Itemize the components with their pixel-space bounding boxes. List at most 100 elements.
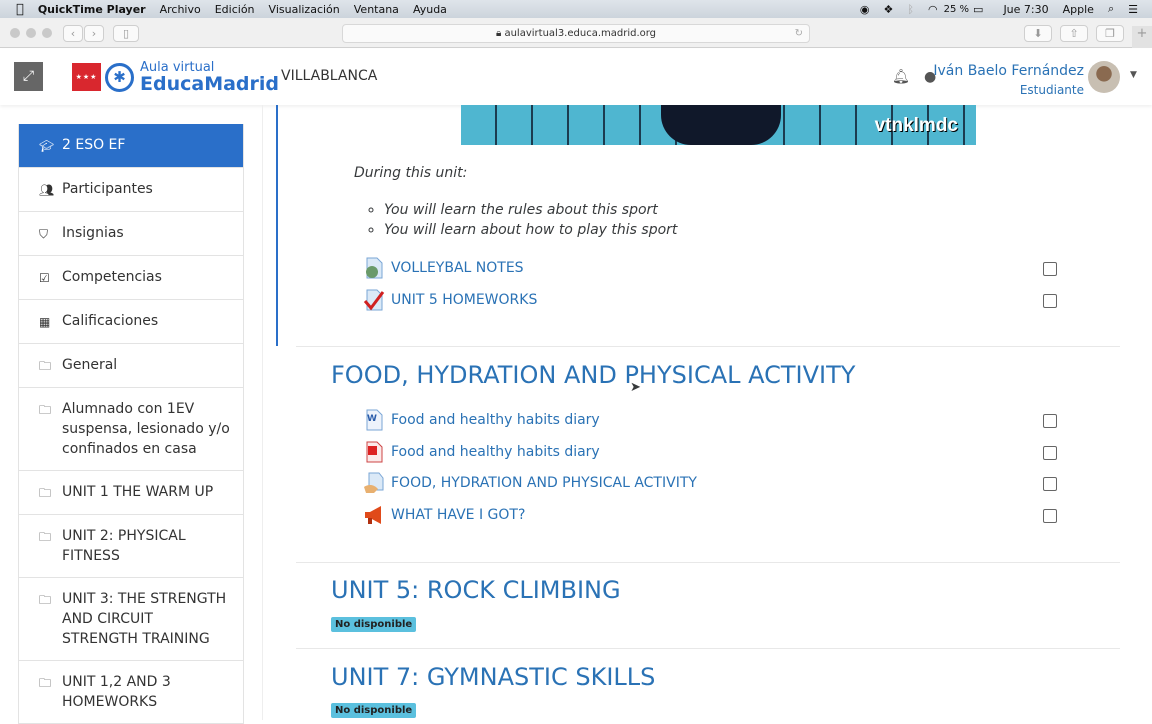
menu-archivo[interactable]: Archivo bbox=[160, 3, 201, 16]
completion-checkbox[interactable] bbox=[1043, 509, 1057, 523]
sidebar-item-label: Participantes bbox=[62, 181, 153, 197]
dropbox-icon[interactable]: ❖ bbox=[884, 3, 894, 16]
completion-checkbox[interactable] bbox=[1043, 294, 1057, 308]
shield-icon: ⛉ bbox=[39, 227, 49, 241]
tabs-icon[interactable]: ❐ bbox=[1096, 25, 1124, 42]
menu-edicion[interactable]: Edición bbox=[215, 3, 255, 16]
activity-link[interactable]: WHAT HAVE I GOT? bbox=[391, 507, 525, 523]
reload-icon[interactable]: ↻ bbox=[795, 25, 803, 42]
apple-icon[interactable]:  bbox=[16, 2, 24, 17]
section-separator bbox=[296, 648, 1120, 649]
sidebar-item-label: UNIT 1,2 AND 3 HOMEWORKS bbox=[62, 674, 171, 710]
downloads-icon[interactable]: ⬇ bbox=[1024, 25, 1052, 42]
sidebar-item-unit1[interactable]: 🗀 UNIT 1 THE WARM UP bbox=[19, 470, 243, 514]
bluetooth-icon[interactable]: ᛒ bbox=[907, 3, 914, 16]
menu-visualizacion[interactable]: Visualización bbox=[269, 3, 340, 16]
activity-volleyball-notes[interactable]: VOLLEYBAL NOTES bbox=[363, 257, 524, 279]
volleyball-banner-image: vtnklmdc bbox=[461, 105, 976, 145]
unavailable-badge: No disponible bbox=[331, 703, 417, 718]
activity-food-diary-pdf[interactable]: Food and healthy habits diary bbox=[363, 441, 600, 463]
user-name[interactable]: Iván Baelo Fernández bbox=[933, 63, 1084, 79]
unavailable-badge: No disponible bbox=[331, 617, 417, 632]
url-icon bbox=[366, 257, 383, 279]
section-title-food[interactable]: FOOD, HYDRATION AND PHYSICAL ACTIVITY bbox=[331, 361, 855, 389]
forward-button[interactable]: › bbox=[84, 25, 104, 42]
clock[interactable]: Jue 7:30 bbox=[1003, 3, 1048, 16]
activity-link[interactable]: UNIT 5 HOMEWORKS bbox=[391, 292, 537, 308]
minimize-window-button[interactable] bbox=[26, 28, 36, 38]
activity-link[interactable]: Food and healthy habits diary bbox=[391, 444, 600, 460]
sidebar-item-label: Calificaciones bbox=[62, 313, 159, 329]
graduation-cap-icon: 🎓︎ bbox=[39, 139, 55, 153]
madrid-flag-logo: ★★★ bbox=[72, 63, 101, 91]
activity-unit5-homeworks[interactable]: UNIT 5 HOMEWORKS bbox=[363, 289, 537, 311]
sidebar-item-participantes[interactable]: 👥︎ Participantes bbox=[19, 167, 243, 211]
menu-ayuda[interactable]: Ayuda bbox=[413, 3, 447, 16]
goal-item: You will learn about how to play this sp… bbox=[384, 220, 677, 240]
sidebar-item-general[interactable]: 🗀 General bbox=[19, 343, 243, 387]
assignment-icon bbox=[363, 289, 385, 311]
sidebar-item-label: Insignias bbox=[62, 225, 124, 241]
share-icon[interactable]: ⇧ bbox=[1060, 25, 1088, 42]
sidebar-item-insignias[interactable]: ⛉ Insignias bbox=[19, 211, 243, 255]
sidebar-item-label: UNIT 1 THE WARM UP bbox=[62, 484, 214, 500]
user-menu[interactable]: Apple bbox=[1063, 3, 1094, 16]
sidebar-item-unit2[interactable]: 🗀 UNIT 2: PHYSICAL FITNESS bbox=[19, 514, 243, 577]
sidebar-item-alumnado[interactable]: 🗀 Alumnado con 1EV suspensa, lesionado y/… bbox=[19, 387, 243, 470]
activity-what-have-i-got[interactable]: WHAT HAVE I GOT? bbox=[363, 504, 525, 526]
section-separator bbox=[296, 346, 1120, 347]
course-nav: 🎓︎ 2 ESO EF 👥︎ Participantes ⛉ Insignias ☑ C… bbox=[18, 124, 244, 724]
sidebar-item-label: General bbox=[62, 357, 118, 373]
completion-checkbox[interactable] bbox=[1043, 477, 1057, 491]
sidebar-item-unit3[interactable]: 🗀 UNIT 3: THE STRENGTH AND CIRCUIT STRENG… bbox=[19, 577, 243, 660]
expand-icon[interactable]: ⤢ bbox=[14, 62, 43, 91]
browser-toolbar: ‹ › ▯ 🔒︎ aulavirtual3.educa.madrid.org ↻ … bbox=[0, 18, 1152, 48]
address-bar[interactable]: 🔒︎ aulavirtual3.educa.madrid.org ↻ bbox=[342, 24, 810, 43]
section-title-unit5[interactable]: UNIT 5: ROCK CLIMBING bbox=[331, 576, 621, 604]
record-icon[interactable]: ◉ bbox=[860, 3, 870, 16]
activity-food-diary-word[interactable]: W Food and healthy habits diary bbox=[363, 409, 600, 431]
spotlight-icon[interactable]: ⌕ bbox=[1108, 2, 1114, 16]
back-button[interactable]: ‹ bbox=[63, 25, 83, 42]
zoom-window-button[interactable] bbox=[42, 28, 52, 38]
sidebar-item-label: Competencias bbox=[62, 269, 162, 285]
site-header: ⤢ ★★★ ✱ Aula virtual EducaMadrid VILLABL… bbox=[0, 49, 1152, 105]
completion-checkbox[interactable] bbox=[1043, 262, 1057, 276]
menu-app[interactable]: QuickTime Player bbox=[38, 3, 146, 16]
content-divider bbox=[262, 105, 263, 720]
feedback-icon bbox=[365, 506, 381, 524]
sidebar-toggle-icon[interactable]: ▯ bbox=[113, 25, 139, 42]
logo-text-bottom[interactable]: EducaMadrid bbox=[140, 73, 279, 95]
macos-menubar:  QuickTime Player Archivo Edición Visua… bbox=[0, 0, 1152, 18]
activity-link[interactable]: FOOD, HYDRATION AND PHYSICAL ACTIVITY bbox=[391, 475, 697, 491]
activity-link[interactable]: Food and healthy habits diary bbox=[391, 412, 600, 428]
activity-food-page[interactable]: FOOD, HYDRATION AND PHYSICAL ACTIVITY bbox=[363, 472, 697, 494]
unit-intro: During this unit: bbox=[354, 165, 468, 181]
sidebar-item-label: Alumnado con 1EV suspensa, lesionado y/o… bbox=[62, 401, 230, 457]
folder-icon: 🗀 bbox=[39, 486, 52, 500]
sidebar-item-label: UNIT 3: THE STRENGTH AND CIRCUIT STRENGT… bbox=[62, 591, 227, 647]
sidebar-item-course[interactable]: 🎓︎ 2 ESO EF bbox=[19, 124, 243, 167]
notification-center-icon[interactable]: ☰ bbox=[1128, 3, 1138, 16]
sidebar-item-homeworks[interactable]: 🗀 UNIT 1,2 AND 3 HOMEWORKS bbox=[19, 660, 243, 723]
sidebar-item-calificaciones[interactable]: ▦ Calificaciones bbox=[19, 299, 243, 343]
bell-icon[interactable]: 🔔︎ bbox=[892, 69, 910, 85]
user-role: Estudiante bbox=[1019, 83, 1084, 97]
section-title-unit7[interactable]: UNIT 7: GYMNASTIC SKILLS bbox=[331, 663, 655, 691]
sidebar-item-competencias[interactable]: ☑ Competencias bbox=[19, 255, 243, 299]
activity-link[interactable]: VOLLEYBAL NOTES bbox=[391, 260, 524, 276]
new-tab-button[interactable]: + bbox=[1132, 26, 1152, 48]
chevron-down-icon[interactable]: ▼ bbox=[1130, 70, 1137, 80]
menu-ventana[interactable]: Ventana bbox=[354, 3, 399, 16]
completion-checkbox[interactable] bbox=[1043, 446, 1057, 460]
current-section-marker bbox=[276, 105, 278, 346]
svg-text:W: W bbox=[367, 414, 377, 424]
checkbox-icon: ☑ bbox=[39, 271, 50, 285]
battery-icon[interactable]: ▭ bbox=[973, 3, 983, 16]
completion-checkbox[interactable] bbox=[1043, 414, 1057, 428]
avatar[interactable] bbox=[1088, 61, 1120, 93]
page-icon bbox=[364, 472, 384, 493]
close-window-button[interactable] bbox=[10, 28, 20, 38]
site-name[interactable]: VILLABLANCA bbox=[281, 68, 377, 84]
wifi-icon[interactable]: ◠ bbox=[928, 3, 938, 16]
